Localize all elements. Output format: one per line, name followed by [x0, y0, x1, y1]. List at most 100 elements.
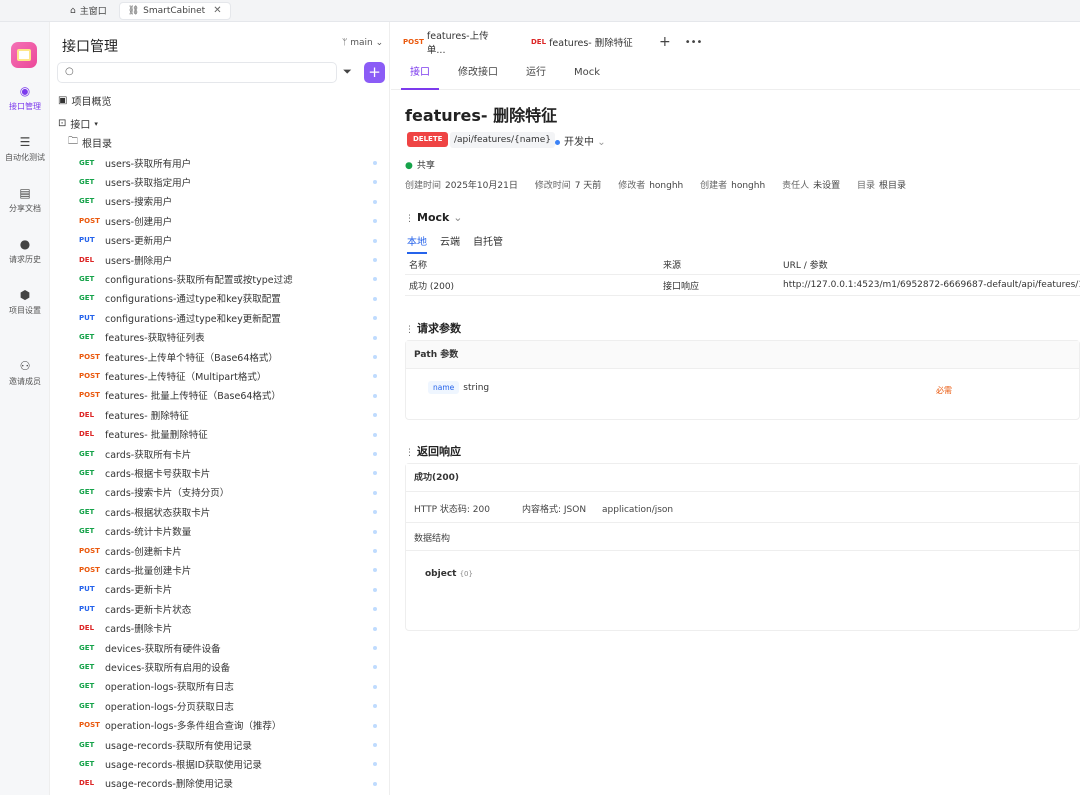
status-dot [373, 277, 377, 282]
api-item[interactable]: POST features-上传特征（Multipart格式） [50, 366, 390, 385]
status-dot [373, 296, 377, 301]
branch-selector[interactable]: ᛘ main ⌄ [342, 38, 383, 48]
method-label: GET [79, 488, 95, 497]
api-item[interactable]: GET users-搜索用户 [50, 192, 390, 211]
tree-interface[interactable]: ⊡ 接口 ▾ [50, 114, 390, 133]
doc-tab-delete[interactable]: DEL features- 删除特征 [519, 22, 647, 62]
api-item[interactable]: GET configurations-获取所有配置或按type过滤 [50, 269, 390, 288]
api-item[interactable]: GET users-获取指定用户 [50, 172, 390, 191]
api-name: cards-批量创建卡片 [105, 565, 192, 577]
tab-run[interactable]: 运行 [517, 62, 555, 90]
api-item[interactable]: POST cards-创建新卡片 [50, 541, 390, 560]
window-tab-project[interactable]: ⛓ SmartCabinet ✕ [118, 1, 231, 20]
window-tab-main[interactable]: ⌂ 主窗口 [62, 2, 115, 20]
method-label: GET [79, 177, 95, 186]
status-dot [373, 413, 377, 418]
api-item[interactable]: DEL usage-records-删除使用记录 [50, 774, 390, 793]
params-section-title[interactable]: ⋮ 请求参数 [405, 320, 461, 336]
filter-icon[interactable]: ⏷ [343, 65, 352, 79]
api-item[interactable]: GET features-获取特征列表 [50, 328, 390, 347]
status-dot [373, 432, 377, 437]
api-name: configurations-通过type和key获取配置 [105, 294, 281, 306]
tree-root-folder[interactable]: 🗀 根目录 [50, 133, 390, 152]
api-item[interactable]: DEL users-删除用户 [50, 250, 390, 269]
api-name: users-删除用户 [105, 255, 173, 267]
response-status[interactable]: 成功(200) [406, 464, 1079, 492]
close-icon[interactable]: ✕ [213, 5, 221, 16]
add-button[interactable]: + [364, 62, 385, 83]
nav-project-settings[interactable]: ⬢ 项目设置 [0, 288, 50, 316]
status-dot [373, 646, 377, 650]
status-dot [373, 180, 377, 185]
api-item[interactable]: POST features- 批量上传特征（Base64格式） [50, 386, 390, 405]
api-item[interactable]: PUT users-更新用户 [50, 231, 390, 250]
mock-tab-cloud[interactable]: 云端 [440, 233, 460, 254]
api-name: users-更新用户 [105, 236, 173, 248]
mock-tab-selfhost[interactable]: 自托管 [473, 233, 503, 254]
data-structure-label: 数据结构 [414, 534, 451, 544]
search-input[interactable]: ○ [57, 62, 337, 83]
mock-section-title[interactable]: ⋮ Mock ⌄ [405, 211, 462, 224]
table-row[interactable]: 成功 (200) 接口响应 http://127.0.0.1:4523/m1/695… [405, 275, 1080, 296]
api-item[interactable]: PUT cards-更新卡片 [50, 580, 390, 599]
status-dot [373, 355, 377, 359]
tab-mock[interactable]: Mock [565, 62, 609, 90]
tab-edit-interface[interactable]: 修改接口 [449, 62, 507, 90]
api-item[interactable]: GET cards-根据状态获取卡片 [50, 502, 390, 521]
share-status[interactable]: ● 共享 [405, 158, 435, 171]
api-item[interactable]: POST users-创建用户 [50, 211, 390, 230]
add-user-icon: ⚇ [19, 359, 31, 373]
api-item[interactable]: GET cards-统计卡片数量 [50, 522, 390, 541]
status-dot [373, 471, 377, 476]
method-label: GET [79, 158, 95, 167]
api-item[interactable]: GET cards-根据卡号获取卡片 [50, 463, 390, 482]
nav-history[interactable]: ● 请求历史 [0, 237, 50, 265]
response-section-title[interactable]: ⋮ 返回响应 [405, 443, 461, 459]
nav-share-docs[interactable]: ▤ 分享文档 [0, 186, 50, 214]
status-dot [373, 587, 377, 592]
api-name: configurations-通过type和key更新配置 [105, 313, 281, 325]
api-item[interactable]: GET operation-logs-获取所有日志 [50, 677, 390, 696]
nav-auto-test[interactable]: ☰ 自动化测试 [0, 135, 50, 163]
api-item[interactable]: POST cards-批量创建卡片 [50, 560, 390, 579]
api-path: /api/features/{name} [450, 132, 555, 148]
status-selector[interactable]: 开发中 ⌄ [555, 133, 606, 148]
nav-invite[interactable]: ⚇ 邀请成员 [0, 359, 50, 387]
api-item[interactable]: PUT cards-更新卡片状态 [50, 599, 390, 618]
api-name: devices-获取所有硬件设备 [105, 643, 221, 655]
api-item[interactable]: GET usage-records-根据ID获取使用记录 [50, 754, 390, 773]
api-item[interactable]: DEL features- 删除特征 [50, 405, 390, 424]
method-label: GET [79, 197, 95, 206]
method-label: PUT [79, 604, 95, 613]
api-item[interactable]: GET devices-获取所有硬件设备 [50, 638, 390, 657]
api-item[interactable]: GET usage-records-获取所有使用记录 [50, 735, 390, 754]
api-item[interactable]: DEL cards-删除卡片 [50, 619, 390, 638]
schema-object[interactable]: object {0} [425, 569, 473, 579]
api-name: usage-records-删除使用记录 [105, 779, 233, 791]
api-item[interactable]: GET configurations-通过type和key获取配置 [50, 289, 390, 308]
api-item[interactable]: GET operation-logs-分页获取日志 [50, 696, 390, 715]
tab-interface[interactable]: 接口 [401, 62, 439, 90]
method-label: GET [79, 294, 95, 303]
api-item[interactable]: GET users-获取所有用户 [50, 153, 390, 172]
nav-api-management[interactable]: ◉ 接口管理 [0, 84, 50, 112]
more-icon[interactable]: ••• [685, 37, 703, 48]
api-item[interactable]: GET cards-搜索卡片（支持分页） [50, 483, 390, 502]
api-item[interactable]: DEL features- 批量删除特征 [50, 425, 390, 444]
mock-tab-local[interactable]: 本地 [407, 233, 427, 254]
api-name: cards-更新卡片 [105, 585, 173, 597]
overview-icon: ▣ [58, 95, 68, 106]
sub-tabs: 接口 修改接口 运行 Mock [391, 62, 1080, 90]
api-item[interactable]: PUT configurations-通过type和key更新配置 [50, 308, 390, 327]
doc-tab-upload[interactable]: POST features-上传单... [391, 22, 519, 62]
api-item[interactable]: GET devices-获取所有启用的设备 [50, 657, 390, 676]
status-dot [373, 316, 377, 321]
tree-overview[interactable]: ▣ 项目概览 [50, 91, 390, 110]
new-tab-button[interactable]: + [659, 34, 671, 50]
status-dot [373, 161, 377, 165]
api-item[interactable]: POST operation-logs-多条件组合查询（推荐） [50, 716, 390, 735]
api-name: users-获取指定用户 [105, 177, 192, 189]
status-dot [373, 238, 377, 243]
api-item[interactable]: POST features-上传单个特征（Base64格式） [50, 347, 390, 366]
api-item[interactable]: GET cards-获取所有卡片 [50, 444, 390, 463]
